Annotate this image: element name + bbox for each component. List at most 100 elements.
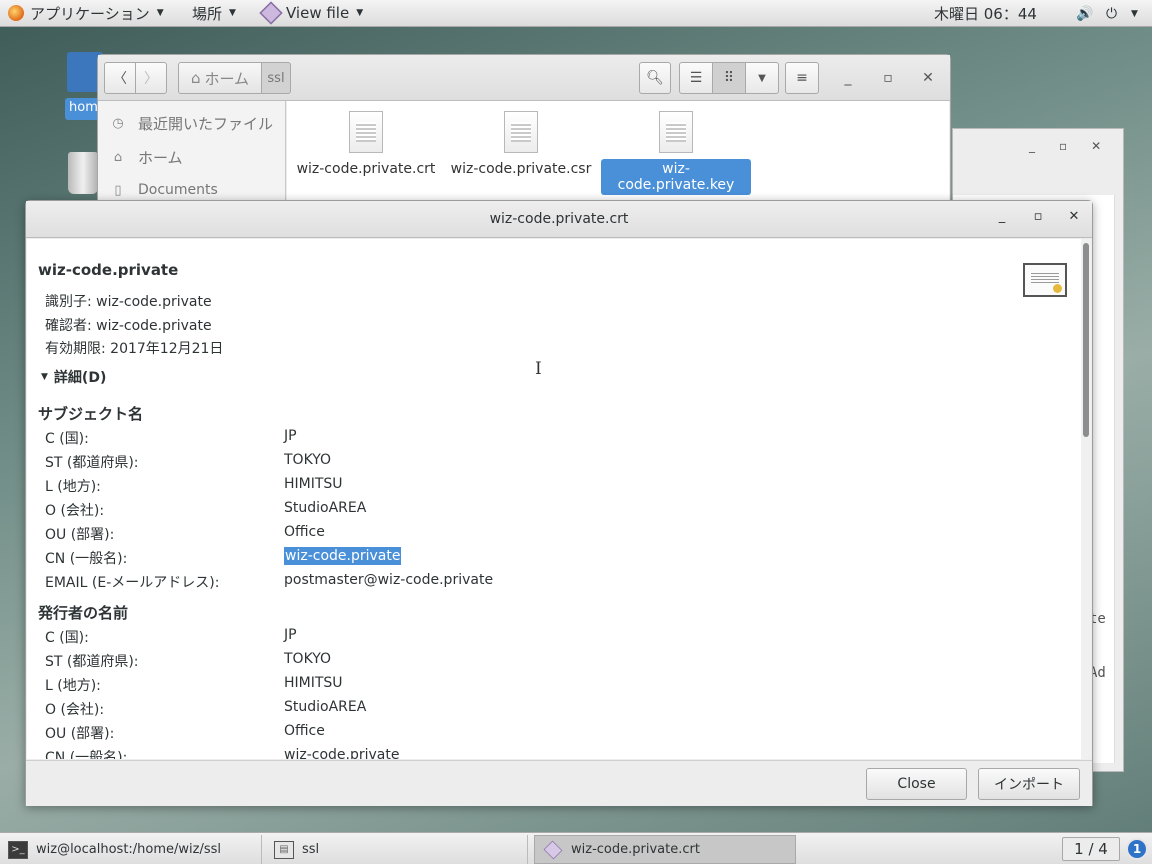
- subject-field-value[interactable]: Office: [284, 524, 325, 540]
- hamburger-menu-icon: ≡: [796, 70, 808, 86]
- subject-field-label: CN (一般名):: [45, 551, 128, 567]
- minimize-icon[interactable]: _: [992, 209, 1012, 224]
- maximize-icon[interactable]: ▫: [1028, 209, 1048, 224]
- file-manager-header: 〈 〉 ⌂ ホーム ssl 🔍︎ ☰ ⠿ ▼ ≡ _ ▫ ✕: [98, 55, 950, 101]
- maximize-button[interactable]: ▫: [876, 62, 900, 94]
- details-expander[interactable]: ▼ 詳細(D): [41, 367, 106, 387]
- close-icon[interactable]: ✕: [1064, 209, 1084, 224]
- issuer-heading: 発行者の名前: [38, 604, 129, 622]
- minimize-icon[interactable]: _: [1029, 139, 1035, 153]
- app-menu[interactable]: View file ▼: [254, 0, 369, 27]
- import-button[interactable]: インポート: [978, 768, 1080, 800]
- sidebar-item-documents[interactable]: ▯ Documents: [110, 182, 218, 198]
- task-file-manager[interactable]: ▤ ssl: [266, 835, 528, 864]
- triangle-down-icon: ▼: [41, 372, 48, 382]
- subject-field-label: ST (都道府県):: [45, 455, 139, 471]
- subject-field-label: OU (部署):: [45, 527, 115, 543]
- sidebar-item-home[interactable]: ⌂ ホーム: [110, 147, 183, 168]
- issuer-field-label: CN (一般名):: [45, 750, 128, 759]
- verifier-line: 確認者: wiz-code.private: [45, 318, 212, 334]
- task-label: ssl: [302, 842, 320, 857]
- text-file-icon: [504, 111, 538, 153]
- breadcrumb-home-label: ホーム: [204, 69, 250, 88]
- scrollbar-thumb[interactable]: [1083, 243, 1089, 437]
- app-menu-label: View file: [286, 4, 350, 22]
- power-icon[interactable]: ⏻: [1106, 0, 1117, 27]
- breadcrumb-home[interactable]: ⌂ ホーム: [178, 62, 262, 94]
- issuer-field-value[interactable]: Office: [284, 723, 325, 739]
- grid-view-icon: ⠿: [723, 70, 735, 86]
- issuer-field-label: OU (部署):: [45, 726, 115, 742]
- list-view-icon: ☰: [689, 70, 703, 86]
- file-item[interactable]: wiz-code.private.csr: [446, 111, 596, 179]
- subject-field-value-selected[interactable]: wiz-code.private: [284, 547, 402, 565]
- subject-field-value[interactable]: postmaster@wiz-code.private: [284, 572, 493, 588]
- sidebar-item-label: Documents: [138, 182, 218, 198]
- workspace-switcher[interactable]: 1 / 4: [1062, 837, 1120, 861]
- subject-field-value[interactable]: TOKYO: [284, 452, 331, 468]
- file-manager-window[interactable]: 〈 〉 ⌂ ホーム ssl 🔍︎ ☰ ⠿ ▼ ≡ _ ▫ ✕ ◷ 最近開いたファ…: [97, 54, 951, 205]
- desktop-trash-icon[interactable]: [68, 152, 98, 194]
- grid-view-button[interactable]: ⠿: [712, 62, 746, 94]
- close-icon: ✕: [922, 70, 934, 86]
- clock[interactable]: 木曜日 06：44: [934, 0, 1037, 27]
- task-certificate-viewer[interactable]: wiz-code.private.crt: [534, 835, 796, 864]
- search-button[interactable]: 🔍︎: [639, 62, 671, 94]
- home-icon: ⌂: [190, 69, 201, 87]
- search-icon: 🔍︎: [646, 70, 664, 86]
- view-options-button[interactable]: ▼: [745, 62, 779, 94]
- breadcrumb-current[interactable]: ssl: [261, 62, 291, 94]
- back-button[interactable]: 〈: [104, 62, 136, 94]
- vertical-scrollbar[interactable]: [1081, 239, 1091, 759]
- maximize-icon: ▫: [883, 70, 893, 86]
- view-file-app-icon: [259, 1, 283, 25]
- subject-field-label: O (会社):: [45, 503, 105, 519]
- clock-icon: ◷: [112, 116, 124, 131]
- sidebar-item-label: ホーム: [138, 149, 183, 167]
- places-menu-label: 場所: [192, 4, 223, 23]
- chevron-down-icon: ▼: [229, 8, 236, 18]
- list-view-button[interactable]: ☰: [679, 62, 713, 94]
- issuer-field-value[interactable]: HIMITSU: [284, 675, 343, 691]
- document-icon: ▯: [114, 182, 122, 198]
- applications-menu[interactable]: アプリケーション ▼: [2, 0, 170, 27]
- menu-button[interactable]: ≡: [785, 62, 819, 94]
- maximize-icon[interactable]: ▫: [1059, 139, 1067, 153]
- file-item-selected[interactable]: wiz-code.private.key: [601, 111, 751, 195]
- subject-field-value[interactable]: JP: [284, 428, 297, 444]
- close-button[interactable]: ✕: [916, 62, 940, 94]
- volume-icon[interactable]: 🔊: [1076, 0, 1093, 27]
- file-manager-sidebar: ◷ 最近開いたファイル ⌂ ホーム ▯ Documents: [98, 101, 286, 205]
- notification-badge[interactable]: 1: [1126, 838, 1148, 860]
- issuer-field-value[interactable]: StudioAREA: [284, 699, 366, 715]
- task-terminal[interactable]: >_ wiz@localhost:/home/wiz/ssl: [0, 835, 262, 864]
- file-item[interactable]: wiz-code.private.crt: [291, 111, 441, 179]
- dialog-titlebar[interactable]: wiz-code.private.crt _ ▫ ✕: [26, 201, 1092, 238]
- issuer-field-value[interactable]: TOKYO: [284, 651, 331, 667]
- dialog-button-bar: Close インポート: [26, 760, 1092, 806]
- forward-button[interactable]: 〉: [135, 62, 167, 94]
- close-button[interactable]: Close: [866, 768, 967, 800]
- applications-menu-label: アプリケーション: [30, 4, 150, 23]
- subject-field-label: EMAIL (E-メールアドレス):: [45, 575, 220, 591]
- certificate-viewer-window[interactable]: wiz-code.private.crt _ ▫ ✕ wiz-code.priv…: [25, 200, 1093, 806]
- subject-field-value[interactable]: HIMITSU: [284, 476, 343, 492]
- expiry-line: 有効期限: 2017年12月21日: [45, 341, 224, 357]
- gnome-foot-icon: [8, 5, 24, 21]
- issuer-field-value[interactable]: wiz-code.private: [284, 747, 399, 759]
- minimize-button[interactable]: _: [836, 62, 860, 94]
- system-menu-chevron-icon[interactable]: ▼: [1131, 0, 1138, 27]
- issuer-field-value[interactable]: JP: [284, 627, 297, 643]
- close-icon[interactable]: ✕: [1091, 139, 1101, 153]
- text-cursor-icon: I: [535, 359, 542, 379]
- certificate-name: wiz-code.private: [38, 261, 179, 279]
- issuer-field-label: C (国):: [45, 630, 89, 646]
- subject-field-value[interactable]: StudioAREA: [284, 500, 366, 516]
- issuer-field-label: L (地方):: [45, 678, 101, 694]
- sidebar-item-recent[interactable]: ◷ 最近開いたファイル: [110, 113, 273, 134]
- home-icon: ⌂: [113, 150, 123, 165]
- background-window-controls: _ ▫ ✕: [1029, 139, 1101, 153]
- task-label: wiz-code.private.crt: [571, 842, 700, 857]
- certificate-details[interactable]: wiz-code.private 識別子: wiz-code.private 確…: [27, 239, 1081, 759]
- places-menu[interactable]: 場所 ▼: [186, 0, 242, 27]
